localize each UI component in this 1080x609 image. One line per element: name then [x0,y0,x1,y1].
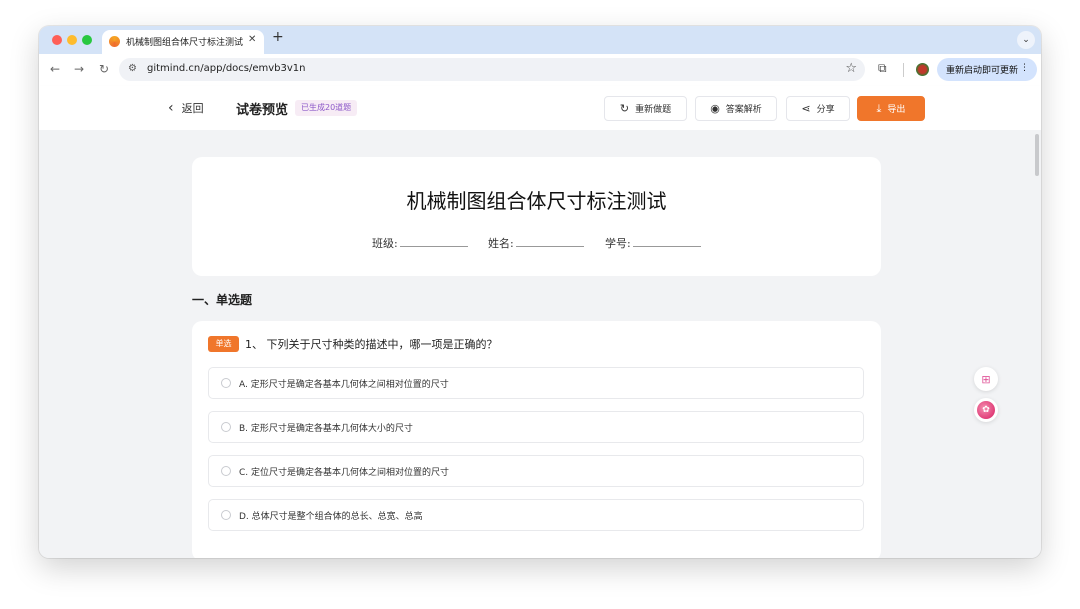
exam-title: 机械制图组合体尺寸标注测试 [406,189,667,213]
option-label: B. 定形尺寸是确定各基本几何体大小的尺寸 [239,423,413,434]
ai-assistant-button[interactable]: ✿ [974,398,998,422]
section-title: 一、单选题 [192,293,253,307]
assistant-avatar-icon: ✿ [977,401,995,419]
option-a[interactable]: A. 定形尺寸是确定各基本几何体之间相对位置的尺寸 [208,367,864,399]
address-bar[interactable]: ⚙ gitmind.cn/app/docs/emvb3v1n ☆ [119,58,865,81]
back-button[interactable]: ‹ 返回 [168,100,204,116]
browser-toolbar: ← → ↻ ⚙ gitmind.cn/app/docs/emvb3v1n ☆ ⧉… [39,54,1041,87]
name-field: 姓名: [488,235,584,251]
forward-arrow-icon[interactable]: → [74,62,84,76]
tab-strip: 机械制图组合体尺寸标注测试 ✕ + ⌄ [39,26,1041,54]
share-button[interactable]: ⋖ 分享 [786,96,850,121]
eye-icon: ◉ [710,102,720,115]
profile-avatar[interactable] [916,63,929,76]
answer-analysis-button[interactable]: ◉ 答案解析 [695,96,777,121]
class-blank-line [399,236,468,247]
student-id-field: 学号: [605,235,701,251]
question-text: 1、 下列关于尺寸种类的描述中，哪一项是正确的？ [245,338,498,351]
name-label: 姓名: [488,237,514,250]
tab-title: 机械制图组合体尺寸标注测试 [126,38,244,48]
extensions-puzzle-icon[interactable]: ⧉ [878,61,887,76]
url-text[interactable]: gitmind.cn/app/docs/emvb3v1n [147,63,306,74]
share-icon: ⋖ [801,102,811,115]
back-label: 返回 [181,102,204,115]
download-icon: ⤓ [876,101,882,115]
student-id-label: 学号: [605,237,631,250]
exam-title-card: 机械制图组合体尺寸标注测试 班级: 姓名: 学号: [192,157,881,276]
export-label: 导出 [887,105,906,115]
update-button-label: 重新启动即可更新 [946,66,1019,76]
student-id-blank-line [632,236,701,247]
tab-search-chevron-icon[interactable]: ⌄ [1017,31,1035,49]
radio-button[interactable] [221,422,231,432]
redo-label: 重新做题 [635,105,672,115]
radio-button[interactable] [221,378,231,388]
browser-window: 机械制图组合体尺寸标注测试 ✕ + ⌄ ← → ↻ ⚙ gitmind.cn/a… [39,26,1041,558]
option-c[interactable]: C. 定位尺寸是确定各基本几何体之间相对位置的尺寸 [208,455,864,487]
generated-count-badge: 已生成20道题 [295,100,358,116]
close-window-button[interactable] [52,35,62,45]
option-d[interactable]: D. 总体尺寸是整个组合体的总长、总宽、总高 [208,499,864,531]
back-arrow-icon[interactable]: ← [50,62,60,76]
scrollbar-thumb[interactable] [1035,134,1039,176]
minimize-window-button[interactable] [67,35,77,45]
app-header: ‹ 返回 试卷预览 已生成20道题 ↻ 重新做题 ◉ 答案解析 ⋖ 分享 ⤓ 导… [39,86,1041,130]
chevron-left-icon: ‹ [168,100,174,116]
radio-button[interactable] [221,510,231,520]
option-label: D. 总体尺寸是整个组合体的总长、总宽、总高 [239,511,423,522]
page-title: 试卷预览 [236,103,289,118]
tab-close-icon[interactable]: ✕ [248,34,256,45]
relaunch-update-button[interactable]: 重新启动即可更新 ⋮ [937,58,1037,81]
class-label: 班级: [372,237,398,250]
option-label: C. 定位尺寸是确定各基本几何体之间相对位置的尺寸 [239,467,450,478]
answer-label: 答案解析 [725,105,762,115]
bookmark-star-icon[interactable]: ☆ [845,61,857,76]
gitmind-favicon-icon [109,36,120,47]
question-card: 单选 1、 下列关于尺寸种类的描述中，哪一项是正确的？ A. 定形尺寸是确定各基… [192,321,881,558]
page-content: 机械制图组合体尺寸标注测试 班级: 姓名: 学号: 一、单选题 单选 1、 下列… [39,130,1041,558]
browser-tab[interactable]: 机械制图组合体尺寸标注测试 ✕ [102,30,264,54]
redo-button[interactable]: ↻ 重新做题 [604,96,687,121]
question-type-badge: 单选 [208,336,239,352]
class-field: 班级: [372,235,468,251]
refresh-icon: ↻ [619,102,630,115]
name-blank-line [515,236,584,247]
maximize-window-button[interactable] [82,35,92,45]
reload-icon[interactable]: ↻ [99,62,109,76]
site-settings-icon[interactable]: ⚙ [128,63,137,74]
export-button[interactable]: ⤓ 导出 [857,96,925,121]
option-b[interactable]: B. 定形尺寸是确定各基本几何体大小的尺寸 [208,411,864,443]
apps-grid-icon[interactable]: ⊞ [974,367,998,391]
more-menu-icon[interactable]: ⋮ [1020,63,1029,73]
new-tab-button[interactable]: + [272,29,284,45]
toolbar-divider [903,63,904,77]
option-label: A. 定形尺寸是确定各基本几何体之间相对位置的尺寸 [239,379,449,390]
share-label: 分享 [816,105,835,115]
radio-button[interactable] [221,466,231,476]
